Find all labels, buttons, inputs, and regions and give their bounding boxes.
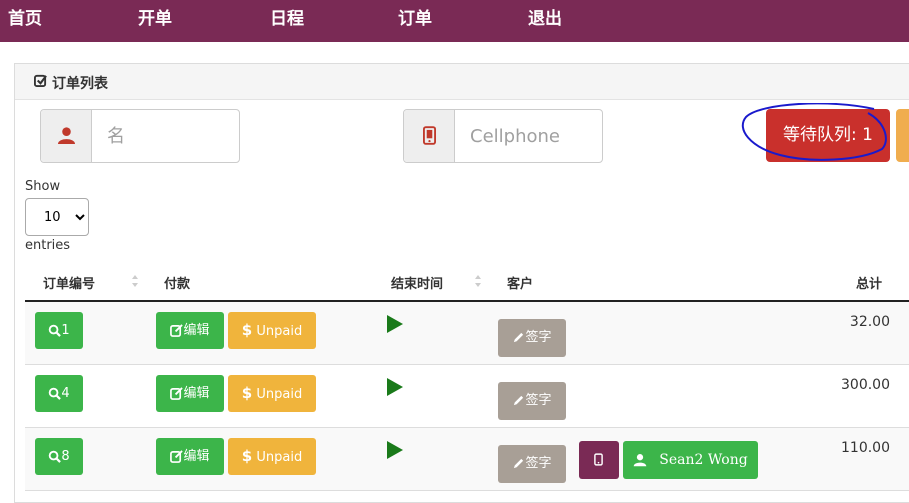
name-filter-group bbox=[40, 109, 240, 163]
nav-schedule[interactable]: 日程 bbox=[270, 4, 304, 29]
header-total: 总计 bbox=[856, 277, 883, 292]
header-order-no[interactable]: 订单编号 bbox=[43, 273, 95, 292]
table-row: 8 编辑 $ Unpaid 签字 Sean2 Wong 110.00 bbox=[25, 428, 909, 491]
pencil-icon bbox=[514, 458, 524, 469]
unpaid-button[interactable]: $ Unpaid bbox=[228, 312, 316, 349]
top-nav: 首页 开单 日程 订单 退出 bbox=[0, 0, 909, 42]
dollar-icon: $ bbox=[241, 447, 253, 465]
show-label: Show bbox=[25, 179, 61, 194]
sign-button[interactable]: 签字 bbox=[498, 382, 566, 420]
sign-button[interactable]: 签字 bbox=[498, 445, 566, 483]
table-row: 1 编辑 $ Unpaid 签字 32.00 bbox=[25, 302, 909, 365]
view-order-button[interactable]: 1 bbox=[35, 312, 83, 349]
nav-orders[interactable]: 订单 bbox=[398, 4, 432, 29]
nav-logout[interactable]: 退出 bbox=[528, 4, 562, 29]
nav-new-order[interactable]: 开单 bbox=[138, 4, 172, 29]
user-icon bbox=[633, 454, 647, 467]
row-total: 32.00 bbox=[849, 314, 890, 330]
play-icon[interactable] bbox=[386, 440, 404, 460]
name-input[interactable] bbox=[93, 110, 239, 162]
search-icon bbox=[49, 387, 62, 400]
play-icon[interactable] bbox=[386, 377, 404, 397]
customer-phone-button[interactable] bbox=[579, 441, 619, 479]
table-row: 4 编辑 $ Unpaid 签字 300.00 bbox=[25, 365, 909, 428]
sort-icon[interactable] bbox=[474, 274, 482, 288]
row-total: 110.00 bbox=[841, 440, 890, 456]
extra-button[interactable] bbox=[896, 109, 909, 162]
entries-label: entries bbox=[25, 238, 71, 253]
edit-button[interactable]: 编辑 bbox=[156, 438, 224, 475]
edit-button[interactable]: 编辑 bbox=[156, 375, 224, 412]
name-addon bbox=[41, 110, 92, 162]
pencil-icon bbox=[514, 395, 524, 406]
unpaid-button[interactable]: $ Unpaid bbox=[228, 375, 316, 412]
panel-title: 订单列表 bbox=[52, 76, 108, 92]
edit-icon bbox=[170, 324, 184, 337]
customer-button[interactable]: Sean2 Wong bbox=[623, 441, 758, 479]
edit-button[interactable]: 编辑 bbox=[156, 312, 224, 349]
mobile-icon bbox=[423, 126, 436, 145]
waiting-queue-button[interactable]: 等待队列: 1 bbox=[766, 109, 890, 162]
page-length-select[interactable]: 10 bbox=[25, 198, 89, 236]
sign-button[interactable]: 签字 bbox=[498, 319, 566, 357]
nav-home[interactable]: 首页 bbox=[8, 4, 42, 29]
search-icon bbox=[49, 450, 62, 463]
pencil-icon bbox=[514, 332, 524, 343]
checkbox-icon bbox=[34, 74, 47, 87]
phone-filter-group bbox=[403, 109, 603, 163]
edit-icon bbox=[170, 387, 184, 400]
panel-heading: 订单列表 bbox=[15, 64, 909, 100]
unpaid-button[interactable]: $ Unpaid bbox=[228, 438, 316, 475]
phone-input[interactable] bbox=[456, 110, 602, 162]
phone-addon bbox=[404, 110, 455, 162]
edit-icon bbox=[170, 450, 184, 463]
play-icon[interactable] bbox=[386, 314, 404, 334]
header-payment: 付款 bbox=[164, 277, 191, 292]
header-end-time[interactable]: 结束时间 bbox=[391, 273, 443, 292]
dollar-icon: $ bbox=[241, 384, 253, 402]
sort-icon[interactable] bbox=[131, 274, 139, 288]
row-total: 300.00 bbox=[841, 377, 890, 393]
header-customer: 客户 bbox=[507, 277, 534, 292]
dollar-icon: $ bbox=[241, 321, 253, 339]
search-icon bbox=[49, 324, 62, 337]
view-order-button[interactable]: 4 bbox=[35, 375, 83, 412]
view-order-button[interactable]: 8 bbox=[35, 438, 83, 475]
mobile-icon bbox=[594, 453, 603, 466]
user-icon bbox=[57, 127, 76, 145]
